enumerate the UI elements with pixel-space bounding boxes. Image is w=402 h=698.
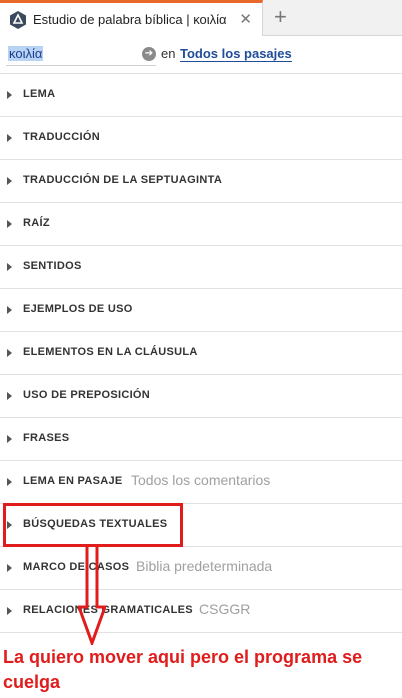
expand-triangle-icon <box>7 607 12 615</box>
section-label: RAÍZ <box>23 217 50 229</box>
section-resource-link[interactable]: CSGGR <box>199 601 250 617</box>
section-label: LEMA <box>23 88 56 100</box>
expand-triangle-icon <box>7 220 12 228</box>
close-icon[interactable]: ✕ <box>239 10 252 28</box>
section-label: USO DE PREPOSICIÓN <box>23 389 151 401</box>
section-label: MARCO DE CASOS <box>23 561 130 573</box>
expand-triangle-icon <box>7 349 12 357</box>
annotation-note: La quiero mover aqui pero el programa se… <box>3 647 363 692</box>
section-sentidos[interactable]: SENTIDOS <box>0 246 402 289</box>
expand-triangle-icon <box>7 263 12 271</box>
tab-word-study[interactable]: Estudio de palabra bíblica | κοιλία ✕ <box>0 0 263 36</box>
expand-triangle-icon <box>7 392 12 400</box>
section-elementos-clausula[interactable]: ELEMENTOS EN LA CLÁUSULA <box>0 332 402 375</box>
scope-dropdown-link[interactable]: Todos los pasajes <box>180 46 292 62</box>
logos-app-icon <box>10 10 26 29</box>
section-marco-de-casos[interactable]: MARCO DE CASOS Biblia predeterminada <box>0 547 402 590</box>
section-lema[interactable]: LEMA <box>0 74 402 117</box>
expand-triangle-icon <box>7 177 12 185</box>
section-raiz[interactable]: RAÍZ <box>0 203 402 246</box>
section-resource-link[interactable]: Todos los comentarios <box>131 472 270 488</box>
section-traduccion[interactable]: TRADUCCIÓN <box>0 117 402 160</box>
section-resource-link[interactable]: Biblia predeterminada <box>136 558 272 574</box>
add-tab-button[interactable]: + <box>274 4 287 30</box>
section-ejemplos-de-uso[interactable]: EJEMPLOS DE USO <box>0 289 402 332</box>
section-frases[interactable]: FRASES <box>0 418 402 461</box>
section-label: ELEMENTOS EN LA CLÁUSULA <box>23 346 198 358</box>
search-input[interactable]: κοιλία ➔ <box>6 44 156 66</box>
section-label: SENTIDOS <box>23 260 82 272</box>
search-value: κοιλία <box>8 46 44 61</box>
highlight-box <box>3 503 183 547</box>
go-arrow-icon[interactable]: ➔ <box>142 47 156 61</box>
down-arrow-annotation <box>78 545 106 645</box>
expand-triangle-icon <box>7 564 12 572</box>
section-label: TRADUCCIÓN DE LA SEPTUAGINTA <box>23 174 223 186</box>
search-row: κοιλία ➔ en Todos los pasajes <box>0 36 402 74</box>
section-label: EJEMPLOS DE USO <box>23 303 133 315</box>
section-relaciones-gramaticales[interactable]: RELACIONES GRAMATICALES CSGGR <box>0 590 402 633</box>
tab-bar: Estudio de palabra bíblica | κοιλία ✕ + <box>0 0 402 36</box>
section-label: TRADUCCIÓN <box>23 131 100 143</box>
expand-triangle-icon <box>7 435 12 443</box>
expand-triangle-icon <box>7 306 12 314</box>
expand-triangle-icon <box>7 478 12 486</box>
section-traduccion-septuaginta[interactable]: TRADUCCIÓN DE LA SEPTUAGINTA <box>0 160 402 203</box>
section-label: FRASES <box>23 432 70 444</box>
expand-triangle-icon <box>7 134 12 142</box>
expand-triangle-icon <box>7 91 12 99</box>
tab-title: Estudio de palabra bíblica | κοιλία <box>33 12 227 27</box>
scope-prefix-label: en <box>161 46 176 61</box>
section-label: LEMA EN PASAJE <box>23 475 123 487</box>
section-label: RELACIONES GRAMATICALES <box>23 604 193 616</box>
section-lema-en-pasaje[interactable]: LEMA EN PASAJE Todos los comentarios <box>0 461 402 504</box>
section-uso-preposicion[interactable]: USO DE PREPOSICIÓN <box>0 375 402 418</box>
